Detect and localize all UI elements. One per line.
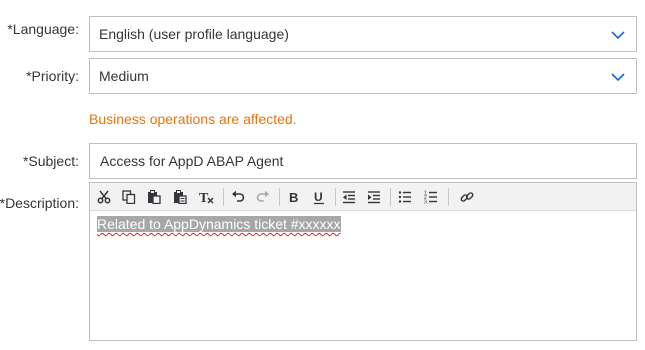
toolbar-separator xyxy=(448,188,449,206)
link-icon[interactable] xyxy=(456,186,478,208)
indent-icon[interactable] xyxy=(363,186,385,208)
language-label: *Language: xyxy=(7,21,79,37)
toolbar-separator xyxy=(279,188,280,206)
svg-text:B: B xyxy=(289,190,298,204)
subject-input[interactable]: Access for AppD ABAP Agent xyxy=(89,143,637,179)
remove-format-icon[interactable]: T xyxy=(196,186,218,208)
underline-icon[interactable]: U xyxy=(308,186,330,208)
priority-value: Medium xyxy=(99,68,149,84)
description-text: Related to AppDynamics ticket #xxxxxx xyxy=(97,216,341,232)
bold-icon[interactable]: B xyxy=(283,186,305,208)
numbered-list-icon[interactable]: 1 2 3 xyxy=(420,186,442,208)
paste-as-text-icon[interactable] xyxy=(169,186,191,208)
svg-text:3: 3 xyxy=(424,200,427,205)
priority-hint: Business operations are affected. xyxy=(89,111,297,127)
language-select[interactable]: English (user profile language) xyxy=(89,16,637,52)
outdent-icon[interactable] xyxy=(338,186,360,208)
toolbar-separator xyxy=(335,188,336,206)
toolbar-separator xyxy=(223,188,224,206)
subject-label: *Subject: xyxy=(22,153,79,169)
subject-value: Access for AppD ABAP Agent xyxy=(100,153,284,169)
description-content[interactable]: Related to AppDynamics ticket #xxxxxx xyxy=(90,211,636,237)
chevron-down-icon[interactable] xyxy=(610,70,626,84)
toolbar-separator xyxy=(390,188,391,206)
description-label: *Description: xyxy=(0,195,79,211)
chevron-down-icon[interactable] xyxy=(610,28,626,42)
svg-text:U: U xyxy=(314,190,323,204)
redo-icon[interactable] xyxy=(252,186,274,208)
priority-label: *Priority: xyxy=(26,68,79,84)
bulleted-list-icon[interactable] xyxy=(394,186,416,208)
priority-select[interactable]: Medium xyxy=(89,58,637,94)
language-value: English (user profile language) xyxy=(99,26,289,42)
svg-text:T: T xyxy=(199,191,209,204)
undo-icon[interactable] xyxy=(227,186,249,208)
description-editor[interactable]: T B U 1 2 3 Related to AppDynamics ticke… xyxy=(89,182,637,341)
cut-icon[interactable] xyxy=(93,186,115,208)
editor-toolbar: T B U 1 2 3 xyxy=(90,183,636,211)
paste-icon[interactable] xyxy=(143,186,165,208)
copy-icon[interactable] xyxy=(118,186,140,208)
